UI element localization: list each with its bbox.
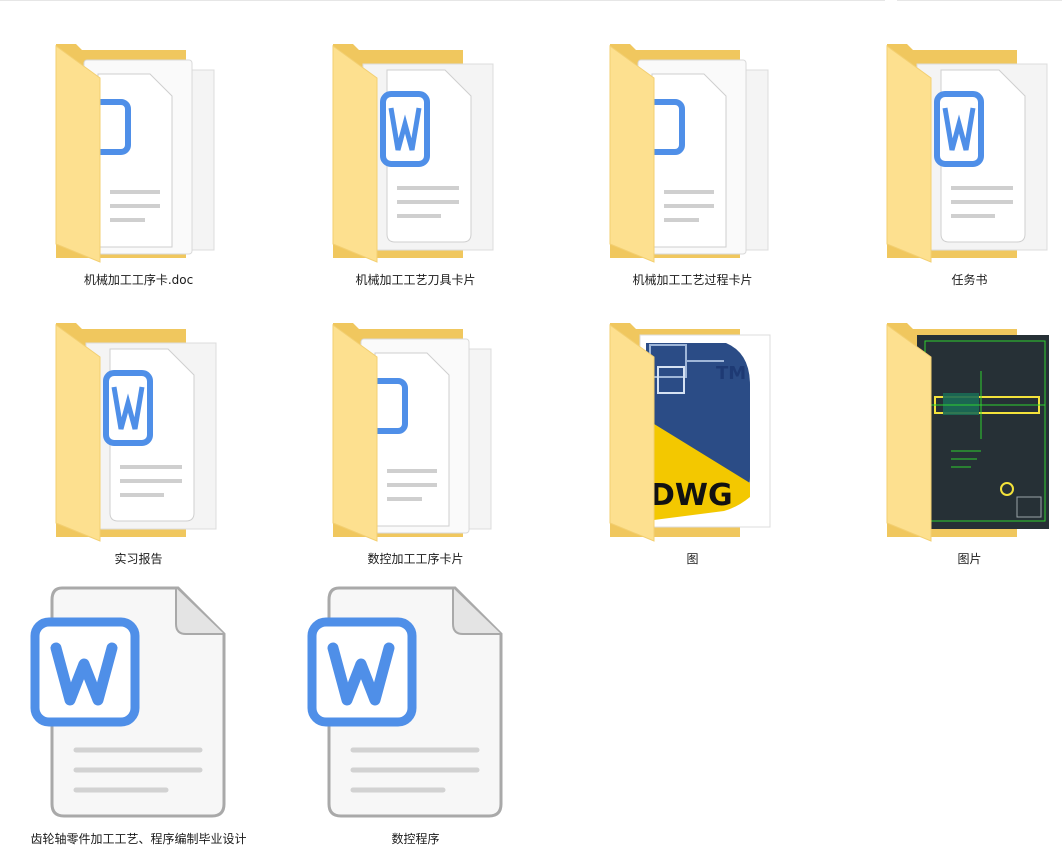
folder-word-stack-icon (0, 22, 277, 284)
item-name-label: 机械加工工艺过程卡片 (632, 273, 753, 287)
svg-text:DWG: DWG (650, 478, 733, 513)
folder-item[interactable]: 机械加工工艺过程卡片 (554, 22, 831, 301)
item-name-label: 任务书 (951, 273, 988, 287)
item-name-label: 机械加工工艺刀具卡片 (355, 273, 476, 287)
folder-word-stack-icon (554, 22, 831, 284)
folder-item[interactable]: 机械加工工艺刀具卡片 (277, 22, 554, 301)
folder-item[interactable]: 图片 (831, 301, 1062, 580)
folder-item[interactable]: TM DWG 图 (554, 301, 831, 580)
folder-word-icon (0, 301, 277, 563)
item-name-label: 实习报告 (114, 552, 163, 566)
item-name-label: 数控程序 (391, 832, 440, 846)
folder-word-icon (831, 22, 1062, 284)
item-name-label: 齿轮轴零件加工工艺、程序编制毕业设计 (30, 832, 247, 846)
folder-item[interactable]: 任务书 (831, 22, 1062, 301)
item-name-label: 图 (686, 552, 699, 566)
document-item[interactable]: 齿轮轴零件加工工艺、程序编制毕业设计 (0, 580, 277, 859)
item-name-label: 图片 (957, 552, 982, 566)
folder-item[interactable]: 实习报告 (0, 301, 277, 580)
folder-word-stack-icon (277, 301, 554, 563)
item-name-label: 数控加工工序卡片 (367, 552, 464, 566)
folder-item[interactable]: 数控加工工序卡片 (277, 301, 554, 580)
document-item[interactable]: 数控程序 (277, 580, 554, 859)
folder-dwg-icon: TM DWG (554, 301, 831, 563)
item-name-label: 机械加工工序卡.doc (83, 273, 194, 287)
folder-word-icon (277, 22, 554, 284)
svg-text:TM: TM (716, 363, 746, 384)
file-grid: 机械加工工序卡.doc 机械加工工艺刀具卡片 机械加工工艺过程卡片 任务书 实习… (0, 0, 1062, 865)
word-document-icon (277, 580, 554, 842)
folder-item[interactable]: 机械加工工序卡.doc (0, 22, 277, 301)
folder-cad-image-icon (831, 301, 1062, 563)
word-document-icon (0, 580, 277, 842)
